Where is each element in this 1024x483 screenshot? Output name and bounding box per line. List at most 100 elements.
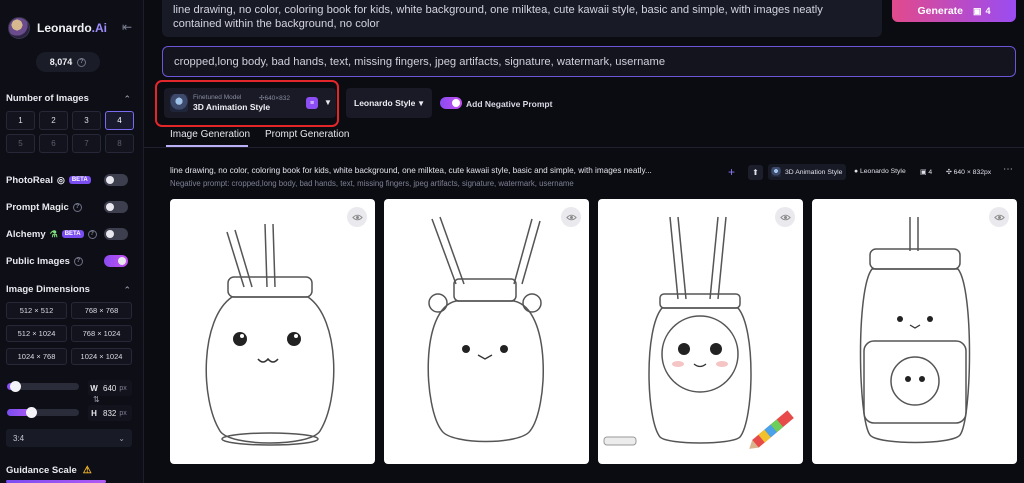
swap-dimensions-icon[interactable]: ⇅ xyxy=(93,395,100,404)
dimension-option[interactable]: 1024 × 768 xyxy=(6,348,67,365)
dimension-option[interactable]: 768 × 1024 xyxy=(71,325,132,342)
width-field[interactable]: W 640 px xyxy=(88,380,132,396)
style-label: Leonardo Style xyxy=(354,98,416,108)
public-images-toggle[interactable] xyxy=(104,255,128,267)
milktea-drawing-4 xyxy=(859,217,971,444)
width-slider[interactable] xyxy=(7,381,79,392)
guidance-scale-label: Guidance Scale xyxy=(6,465,77,476)
caret-down-icon: ▼ xyxy=(417,98,425,108)
help-icon[interactable]: ? xyxy=(73,256,83,266)
model-thumbnail xyxy=(771,167,781,177)
negative-prompt-input[interactable]: cropped,long body, bad hands, text, miss… xyxy=(162,46,1016,77)
width-slider-knob[interactable] xyxy=(10,381,21,392)
chevron-up-icon[interactable]: ⌃ xyxy=(123,94,131,105)
collapse-sidebar-icon[interactable]: ⇤ xyxy=(122,20,132,34)
height-field[interactable]: H 832 px xyxy=(88,405,132,421)
token-icon: ▣ xyxy=(973,5,982,16)
chevron-down-icon: ⌄ xyxy=(118,433,125,443)
generation-model-name: 3D Animation Style xyxy=(785,168,843,176)
eye-icon[interactable] xyxy=(989,207,1009,227)
generation-style-tag: ● Leonardo Style xyxy=(854,168,906,175)
generate-count: 4 xyxy=(985,6,991,16)
generated-image-3[interactable] xyxy=(598,199,803,464)
help-icon[interactable]: ? xyxy=(87,229,97,239)
num-images-option[interactable]: 8 xyxy=(105,134,134,153)
prompt-input[interactable]: line drawing, no color, coloring book fo… xyxy=(162,0,882,37)
height-label: H xyxy=(91,408,97,418)
guidance-scale-title: Guidance Scale ⚠ xyxy=(6,465,92,476)
num-images-option[interactable]: 7 xyxy=(72,134,101,153)
dimension-option[interactable]: 512 × 1024 xyxy=(6,325,67,342)
num-images-option-selected[interactable]: 4 xyxy=(105,111,134,130)
prompt-magic-toggle[interactable] xyxy=(104,201,128,213)
height-slider[interactable] xyxy=(7,407,79,418)
image-dimensions-title: Image Dimensions xyxy=(6,284,90,295)
generation-model-tag[interactable]: 3D Animation Style xyxy=(768,164,846,180)
num-images-option[interactable]: 3 xyxy=(72,111,101,130)
beta-badge: BETA xyxy=(68,176,91,184)
more-options-icon[interactable]: ⋯ xyxy=(1003,164,1013,175)
eye-icon[interactable] xyxy=(347,207,367,227)
divider xyxy=(144,147,1024,148)
tab-image-generation[interactable]: Image Generation xyxy=(170,129,250,140)
help-icon[interactable]: ? xyxy=(72,202,82,212)
height-unit: px xyxy=(119,409,127,417)
sidebar: Leonardo.Ai ⇤ 8,074 ? Number of Images ⌃… xyxy=(0,0,144,483)
beta-badge: BETA xyxy=(61,230,84,238)
dimension-option[interactable]: 512 × 512 xyxy=(6,302,67,319)
num-images-option[interactable]: 5 xyxy=(6,134,35,153)
help-icon[interactable]: ? xyxy=(77,57,87,67)
alchemy-toggle[interactable] xyxy=(104,228,128,240)
negative-prompt-toggle[interactable] xyxy=(440,97,462,109)
generation-count-tag: ▣ 4 xyxy=(920,169,933,176)
alchemy-label: Alchemy xyxy=(6,228,46,240)
num-images-option[interactable]: 6 xyxy=(39,134,68,153)
camera-icon: ◎ xyxy=(56,174,65,185)
prompt-magic-label: Prompt Magic xyxy=(6,201,69,213)
eye-icon[interactable] xyxy=(561,207,581,227)
number-of-images-grid: 1 2 3 4 5 6 7 8 xyxy=(6,111,134,153)
milktea-drawing-3 xyxy=(603,216,794,449)
photoreal-label: PhotoReal xyxy=(6,174,53,186)
prompt-magic-row: Prompt Magic ? xyxy=(6,199,134,215)
style-select[interactable]: Leonardo Style ▼ xyxy=(346,88,432,118)
image-dimensions-grid: 512 × 512 768 × 768 512 × 1024 768 × 102… xyxy=(6,302,134,365)
brand[interactable]: Leonardo.Ai ⇤ xyxy=(8,16,136,40)
generate-label: Generate xyxy=(917,5,963,17)
add-icon[interactable]: + xyxy=(728,165,735,179)
alchemy-row: Alchemy ⚗ BETA ? xyxy=(6,226,134,242)
num-images-option[interactable]: 2 xyxy=(39,111,68,130)
generation-negative-prompt: Negative prompt: cropped,long body, bad … xyxy=(170,179,574,188)
public-images-label: Public Images xyxy=(6,255,70,267)
warning-icon: ⚠ xyxy=(82,465,92,476)
generated-image-1[interactable] xyxy=(170,199,375,464)
generation-prompt: line drawing, no color, coloring book fo… xyxy=(170,166,652,175)
brand-name: Leonardo.Ai xyxy=(37,21,108,35)
photoreal-toggle[interactable] xyxy=(104,174,128,186)
dimension-option[interactable]: 1024 × 1024 xyxy=(71,348,132,365)
generated-image-2[interactable] xyxy=(384,199,589,464)
tab-prompt-generation[interactable]: Prompt Generation xyxy=(265,129,350,140)
arrow-up-icon[interactable]: ⬆ xyxy=(748,165,763,180)
negative-prompt-toggle-label: Add Negative Prompt xyxy=(466,99,553,109)
number-of-images-title: Number of Images xyxy=(6,93,89,104)
eye-icon[interactable] xyxy=(775,207,795,227)
chevron-up-icon[interactable]: ⌃ xyxy=(123,285,131,296)
generated-image-4[interactable] xyxy=(812,199,1017,464)
height-slider-knob[interactable] xyxy=(26,407,37,418)
milktea-drawing-2 xyxy=(427,216,544,443)
aspect-ratio-value: 3:4 xyxy=(13,433,25,443)
generate-button[interactable]: Generate ▣ 4 xyxy=(892,0,1016,22)
photoreal-row: PhotoReal ◎ BETA xyxy=(6,172,134,188)
milktea-drawing-1 xyxy=(205,223,335,446)
dimension-option[interactable]: 768 × 768 xyxy=(71,302,132,319)
generation-size-tag: ✣ 640 × 832px xyxy=(946,169,992,176)
height-value: 832 xyxy=(103,408,117,418)
num-images-option[interactable]: 1 xyxy=(6,111,35,130)
flask-icon: ⚗ xyxy=(49,228,58,239)
user-avatar[interactable] xyxy=(8,17,30,39)
token-balance[interactable]: 8,074 ? xyxy=(36,52,100,72)
aspect-ratio-select[interactable]: 3:4 ⌄ xyxy=(6,429,132,447)
token-count: 8,074 xyxy=(49,57,73,67)
highlight-annotation xyxy=(155,80,339,127)
